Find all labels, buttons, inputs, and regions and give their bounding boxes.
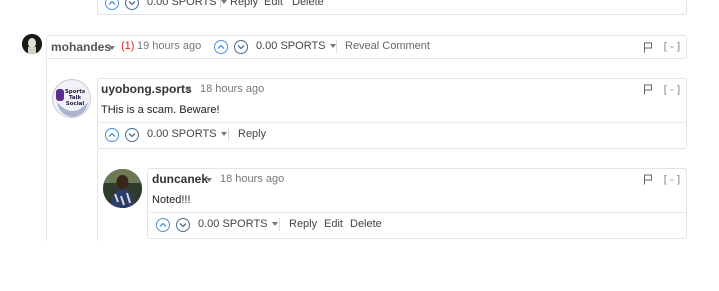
caret-down-icon [271, 222, 278, 227]
delete-link[interactable]: Delete [350, 218, 382, 230]
avatar[interactable]: Sports Talk Social [52, 79, 91, 118]
comment-author[interactable]: uyobong.sports [101, 82, 192, 96]
reveal-comment-link[interactable]: Reveal Comment [345, 40, 430, 52]
separator [279, 218, 280, 231]
downvote-button[interactable] [125, 128, 139, 142]
chevron-up-icon [217, 44, 225, 49]
chevron-up-icon [159, 222, 167, 227]
caret-down-icon [220, 0, 227, 5]
downvote-button[interactable] [234, 40, 248, 54]
caret-down-icon [329, 44, 336, 49]
upvote-button[interactable] [105, 128, 119, 142]
chevron-up-icon [108, 132, 116, 137]
comment-timestamp[interactable]: 19 hours ago [137, 40, 201, 52]
author-menu-icon[interactable] [109, 46, 115, 50]
payout-value[interactable]: 0.00 SPORTS [147, 128, 227, 140]
comment-body: THis is a scam. Beware! [101, 104, 220, 116]
avatar-image [103, 169, 142, 208]
chevron-down-icon [237, 45, 245, 50]
collapse-toggle[interactable]: [-] [662, 40, 682, 53]
edit-link[interactable]: Edit [324, 218, 343, 230]
delete-link[interactable]: Delete [292, 0, 324, 8]
edit-link[interactable]: Edit [264, 0, 283, 8]
comment-timestamp[interactable]: 18 hours ago [220, 173, 284, 185]
separator [336, 40, 337, 53]
chevron-down-icon [128, 1, 136, 6]
flag-icon[interactable] [643, 84, 653, 95]
comment-author[interactable]: mohandes [51, 40, 111, 54]
thread-line [46, 59, 47, 241]
upvote-button[interactable] [214, 40, 228, 54]
downvote-button[interactable] [176, 218, 190, 232]
avatar[interactable] [22, 34, 42, 54]
separator [220, 0, 221, 8]
separator [228, 128, 229, 141]
reply-link[interactable]: Reply [289, 218, 317, 230]
card-divider [97, 122, 687, 123]
flag-icon[interactable] [643, 42, 653, 53]
author-menu-icon[interactable] [185, 88, 191, 92]
chevron-up-icon [108, 0, 116, 5]
comment-author[interactable]: duncanek [152, 172, 208, 186]
caret-down-icon [220, 132, 227, 137]
collapse-toggle[interactable]: [-] [662, 83, 682, 96]
collapse-toggle[interactable]: [-] [662, 173, 682, 186]
flag-icon[interactable] [643, 174, 653, 185]
reply-link[interactable]: Reply [230, 0, 258, 8]
upvote-button[interactable] [156, 218, 170, 232]
avatar-logo-text: Social [66, 101, 85, 107]
comment-timestamp[interactable]: 18 hours ago [200, 83, 264, 95]
author-menu-icon[interactable] [206, 178, 212, 182]
chevron-down-icon [179, 223, 187, 228]
payout-value[interactable]: 0.00 SPORTS [198, 218, 278, 230]
comment-body: Noted!!! [152, 194, 191, 206]
chevron-down-icon [128, 133, 136, 138]
avatar[interactable] [103, 169, 142, 208]
thread-line [97, 149, 98, 241]
reply-link[interactable]: Reply [238, 128, 266, 140]
reputation-badge: (1) [121, 40, 135, 52]
avatar-image: Sports Talk Social [53, 80, 90, 117]
thread-line [97, 0, 98, 14]
payout-value[interactable]: 0.00 SPORTS [147, 0, 227, 8]
payout-value[interactable]: 0.00 SPORTS [256, 40, 336, 52]
card-divider [147, 212, 687, 213]
avatar-image [22, 34, 42, 54]
